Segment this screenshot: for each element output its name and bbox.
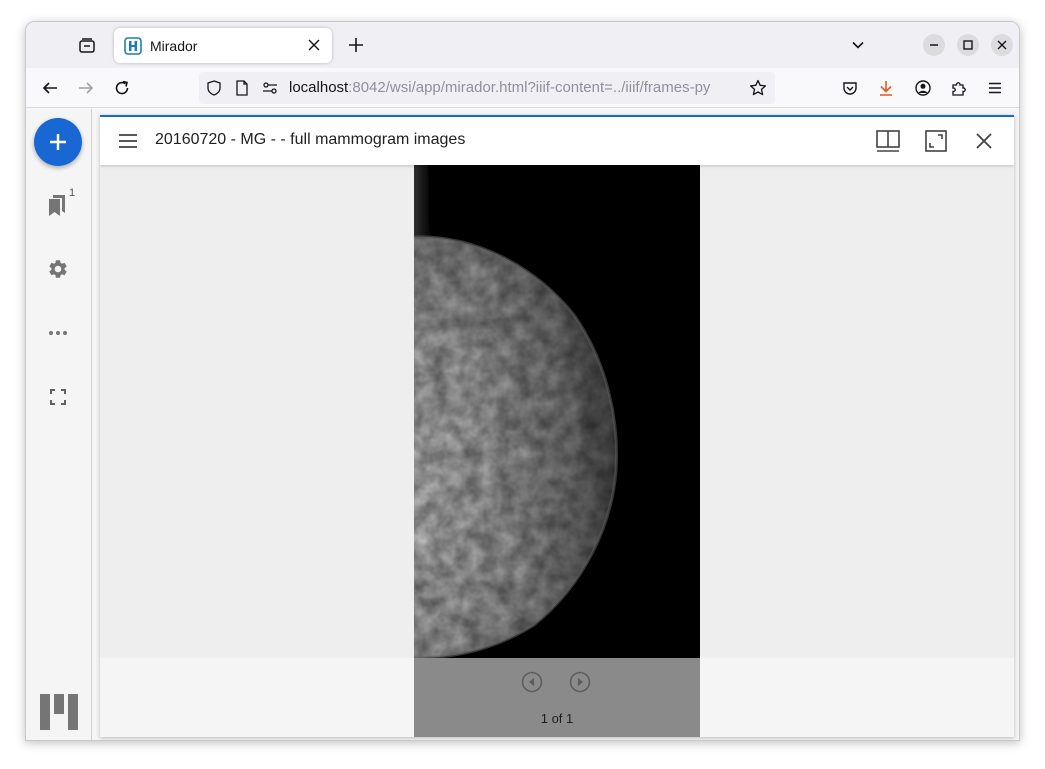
download-icon[interactable] — [875, 77, 897, 99]
gear-icon[interactable] — [46, 257, 70, 281]
url-host: localhost — [289, 79, 349, 96]
reload-icon[interactable] — [111, 77, 133, 99]
mirador-viewer-window: 20160720 - MG - - full mammogram images — [100, 115, 1014, 737]
add-resource-button[interactable] — [34, 118, 82, 166]
browser-tab[interactable]: Mirador — [114, 28, 332, 63]
url-path: :8042/wsi/app/mirador.html?iiif-content=… — [348, 79, 711, 96]
mirador-sidebar: 1 — [26, 109, 92, 740]
tab-overview-icon[interactable] — [76, 35, 98, 57]
viewer-top-bar: 20160720 - MG - - full mammogram images — [100, 117, 1014, 165]
canvas-area[interactable] — [100, 165, 1014, 658]
close-tab-icon[interactable] — [306, 37, 322, 53]
maximize-icon[interactable] — [957, 34, 979, 56]
tab-list-chevron-down-icon[interactable] — [849, 36, 867, 54]
bookmarks-icon[interactable] — [46, 193, 70, 217]
page-navigation-panel: 1 of 1 — [414, 658, 700, 737]
mirador-logo — [40, 694, 78, 730]
fullscreen-icon[interactable] — [46, 385, 70, 409]
navigation-toolbar: localhost:8042/wsi/app/mirador.html?iiif… — [26, 68, 1019, 108]
more-horizontal-icon[interactable] — [46, 321, 70, 345]
hamburger-icon[interactable] — [984, 77, 1006, 99]
url-bar[interactable]: localhost:8042/wsi/app/mirador.html?iiif… — [199, 72, 775, 104]
new-tab-plus-icon[interactable] — [346, 35, 366, 55]
permissions-icon[interactable] — [262, 80, 278, 96]
mammogram-image[interactable] — [414, 165, 700, 658]
previous-icon[interactable] — [521, 671, 543, 693]
page-count: 1 of 1 — [540, 711, 574, 726]
shield-icon[interactable] — [206, 80, 222, 96]
account-icon[interactable] — [912, 77, 934, 99]
tab-strip: Mirador — [26, 22, 1019, 68]
minimize-icon[interactable] — [923, 34, 945, 56]
window-menu-hamburger-icon[interactable] — [116, 129, 140, 153]
pocket-icon[interactable] — [839, 77, 861, 99]
viewer-title: 20160720 - MG - - full mammogram images — [155, 131, 466, 148]
maximize-window-icon[interactable] — [924, 129, 948, 153]
close-window-icon[interactable] — [991, 34, 1013, 56]
browser-window: Mirador localhost:8042/wsi/app/mirador.h… — [25, 21, 1020, 741]
forward-arrow-icon[interactable] — [75, 77, 97, 99]
close-viewer-icon[interactable] — [972, 129, 996, 153]
bookmarks-badge: 1 — [69, 187, 76, 199]
viewer-bottom-bar: 1 of 1 — [100, 658, 1014, 737]
tab-title: Mirador — [150, 37, 198, 54]
plus-icon — [50, 134, 66, 150]
url-text[interactable]: localhost:8042/wsi/app/mirador.html?iiif… — [289, 79, 739, 96]
back-arrow-icon[interactable] — [39, 77, 61, 99]
star-icon[interactable] — [749, 79, 767, 97]
book-view-icon[interactable] — [876, 129, 900, 153]
page-icon[interactable] — [234, 80, 250, 96]
page-content: 1 20160720 - MG - - full mammogram image… — [26, 109, 1019, 740]
mirador-favicon-icon — [124, 36, 142, 55]
puzzle-icon[interactable] — [948, 77, 970, 99]
next-icon[interactable] — [569, 671, 591, 693]
